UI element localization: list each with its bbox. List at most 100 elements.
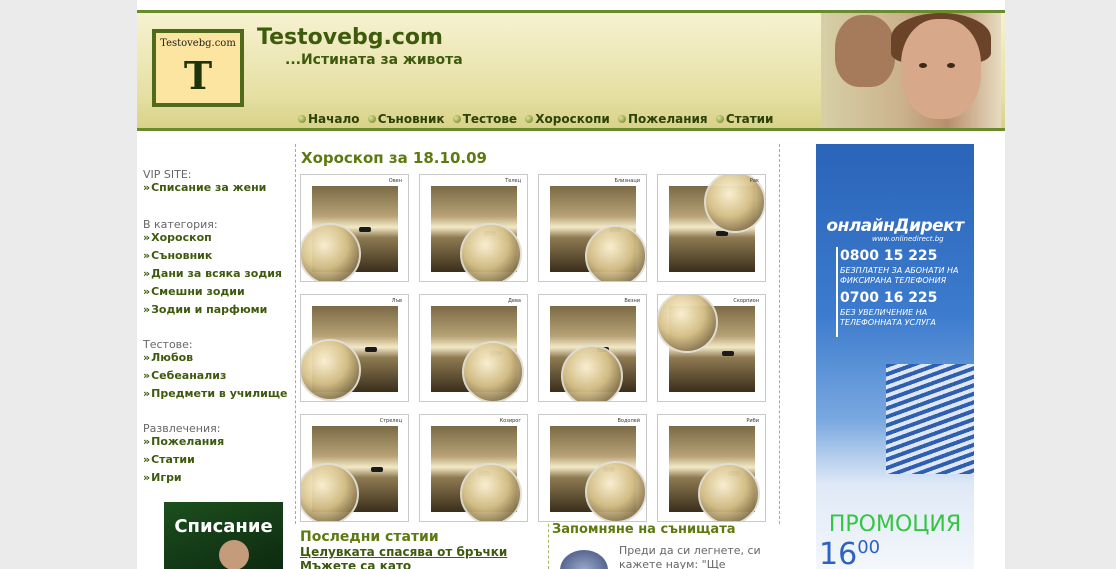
zodiac-tile[interactable]: Телец: [419, 174, 528, 282]
sidebar-item[interactable]: »Списание за жени: [143, 181, 287, 194]
girl-face: [901, 19, 981, 119]
advertisement-banner[interactable]: онлайнДирект www.onlinedirect.bg 0800 15…: [816, 144, 974, 569]
zodiac-label: Везни: [624, 298, 640, 304]
sidebar-item-label: Себеанализ: [151, 369, 227, 382]
zodiac-tile[interactable]: Риби: [657, 414, 766, 522]
sidebar-item[interactable]: »Статии: [143, 453, 287, 466]
chevron-right-icon: »: [143, 285, 151, 298]
zodiac-tile[interactable]: Везни: [538, 294, 647, 402]
divider: [548, 524, 550, 569]
zodiac-label: Овен: [388, 178, 402, 184]
zodiac-label: Телец: [505, 178, 521, 184]
sidebar-item[interactable]: »Дани за всяка зодия: [143, 267, 287, 280]
zodiac-tile[interactable]: Скорпион: [657, 294, 766, 402]
site-title[interactable]: Testovebg.com: [257, 25, 443, 50]
ad-url: www.onlinedirect.bg: [872, 235, 944, 243]
nav-label: Начало: [308, 112, 360, 126]
zodiac-coin-icon: [460, 223, 522, 281]
zodiac-tile[interactable]: Рак: [657, 174, 766, 282]
banner-text: Списание: [174, 516, 273, 537]
zodiac-label: Риби: [746, 418, 759, 424]
zodiac-tile[interactable]: Стрелец: [300, 414, 409, 522]
zodiac-coin-icon: [698, 463, 760, 521]
nav-item-articles[interactable]: Статии: [715, 112, 774, 126]
sidebar-item-label: Предмети в училище: [151, 387, 288, 400]
zodiac-label: Дева: [508, 298, 521, 304]
zodiac-coin-icon: [585, 461, 646, 521]
sidebar-item[interactable]: »Хороскоп: [143, 231, 287, 244]
sidebar-item[interactable]: »Игри: [143, 471, 287, 484]
zodiac-coin-icon: [585, 225, 646, 281]
sidebar-item[interactable]: »Съновник: [143, 249, 287, 262]
zodiac-label: Лъв: [391, 298, 402, 304]
sidebar-item[interactable]: »Смешни зодии: [143, 285, 287, 298]
sidebar-item-label: Игри: [151, 471, 182, 484]
sidebar-item-label: Пожелания: [151, 435, 225, 448]
ad-phone-1-text: БЕЗПЛАТЕН ЗА АБОНАТИ НА ФИКСИРАНА ТЕЛЕФО…: [840, 266, 959, 285]
nav-item-dream-book[interactable]: Съновник: [367, 112, 445, 126]
dream-thumbnail[interactable]: [560, 550, 608, 569]
logo-letter: T: [183, 53, 213, 98]
chevron-right-icon: »: [143, 435, 151, 448]
sidebar-item[interactable]: »Пожелания: [143, 435, 287, 448]
dream-article-title[interactable]: Запомняне на сънищата: [552, 522, 782, 537]
sidebar-heading: Развлечения:: [143, 422, 221, 435]
zodiac-label: Близнаци: [614, 178, 640, 184]
top-navigation: Начало Съновник Тестове Хороскопи Пожела…: [298, 112, 777, 126]
chevron-right-icon: »: [143, 387, 151, 400]
sidebar-item[interactable]: »Себеанализ: [143, 369, 287, 382]
chevron-right-icon: »: [143, 471, 151, 484]
dog-silhouette-icon: [722, 351, 734, 356]
sidebar-item[interactable]: »Зодии и парфюми: [143, 303, 287, 316]
zodiac-tile[interactable]: Водолей: [538, 414, 647, 522]
zodiac-tile[interactable]: Близнаци: [538, 174, 647, 282]
nav-label: Статии: [725, 112, 774, 126]
nav-item-tests[interactable]: Тестове: [452, 112, 518, 126]
sidebar-item[interactable]: »Любов: [143, 351, 287, 364]
sidebar-group-vip: VIP SITE: »Списание за жени: [143, 168, 287, 194]
nav-label: Хороскопи: [535, 112, 610, 126]
dream-article-excerpt: Преди да си легнете, си кажете наум: "Ще: [619, 544, 761, 569]
chevron-right-icon: »: [143, 231, 151, 244]
zodiac-tile[interactable]: Козирог: [419, 414, 528, 522]
bullet-icon: [298, 115, 306, 123]
ad-promo: ПРОМОЦИЯ: [828, 512, 962, 537]
article-link[interactable]: Целувката спасява от бръчки: [300, 545, 507, 559]
recent-articles: Последни статии Целувката спасява от бръ…: [300, 529, 507, 569]
nav-item-horoscopes[interactable]: Хороскопи: [525, 112, 610, 126]
ad-price-cents: 00: [857, 537, 881, 558]
nav-item-home[interactable]: Начало: [298, 112, 360, 126]
nav-item-wishes[interactable]: Пожелания: [617, 112, 708, 126]
nav-label: Пожелания: [627, 112, 708, 126]
sidebar-item[interactable]: »Предмети в училище: [143, 387, 288, 400]
logo-text: Testovebg.com: [160, 38, 236, 49]
magazine-banner[interactable]: Списание: [164, 502, 283, 569]
chevron-right-icon: »: [143, 453, 151, 466]
chevron-right-icon: »: [143, 369, 151, 382]
zodiac-coin-icon: [301, 223, 361, 281]
site-logo[interactable]: Testovebg.com T: [152, 29, 244, 107]
zodiac-tile[interactable]: Овен: [300, 174, 409, 282]
eye: [947, 63, 955, 68]
zodiac-tile[interactable]: Дева: [419, 294, 528, 402]
nav-label: Тестове: [462, 112, 518, 126]
zodiac-label: Стрелец: [379, 418, 402, 424]
sidebar-heading: В категория:: [143, 218, 218, 231]
header-photo: [821, 13, 1001, 128]
article-link[interactable]: Мъжете са като: [300, 559, 507, 569]
zodiac-coin-icon: [561, 345, 623, 401]
ad-phone-1: 0800 15 225: [840, 248, 938, 264]
bullet-icon: [367, 115, 376, 123]
building-graphic: [886, 364, 974, 474]
chevron-right-icon: »: [143, 267, 151, 280]
zodiac-coin-icon: [301, 463, 359, 521]
zodiac-label: Водолей: [617, 418, 640, 424]
zodiac-tile[interactable]: Лъв: [300, 294, 409, 402]
divider: [836, 247, 838, 337]
ad-price-main: 16: [819, 537, 858, 569]
horoscope-title: Хороскоп за 18.10.09: [301, 149, 487, 167]
dog-silhouette-icon: [359, 227, 371, 232]
chevron-right-icon: »: [143, 249, 151, 262]
sidebar-item-label: Хороскоп: [151, 231, 212, 244]
chevron-right-icon: »: [143, 351, 151, 364]
